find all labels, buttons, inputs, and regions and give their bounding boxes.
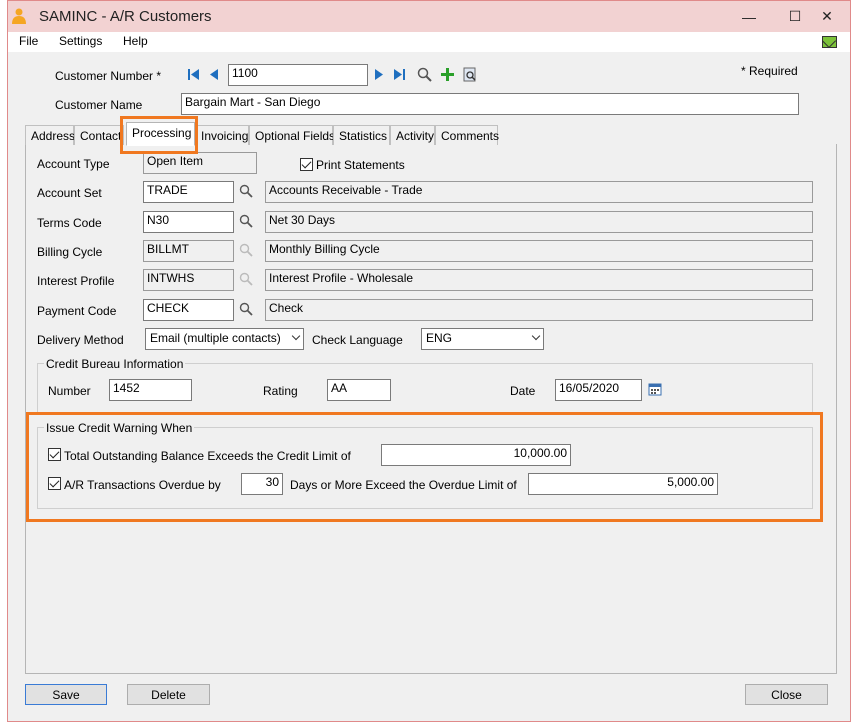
chevron-down-icon bbox=[291, 331, 301, 341]
mail-icon[interactable] bbox=[822, 36, 837, 48]
interest-profile-value: INTWHS bbox=[143, 269, 234, 291]
interest-profile-description: Interest Profile - Wholesale bbox=[265, 269, 813, 291]
next-record-icon[interactable] bbox=[374, 68, 385, 81]
print-statements-label: Print Statements bbox=[316, 158, 405, 172]
finder-icon[interactable] bbox=[417, 67, 432, 82]
terms-code-description: Net 30 Days bbox=[265, 211, 813, 233]
payment-code-description: Check bbox=[265, 299, 813, 321]
credit-bureau-title: Credit Bureau Information bbox=[44, 357, 186, 371]
account-set-finder-icon[interactable] bbox=[239, 184, 253, 198]
rating-label: Rating bbox=[263, 384, 298, 398]
tab-activity[interactable]: Activity bbox=[390, 125, 435, 145]
customer-number-label: Customer Number * bbox=[55, 69, 162, 83]
tab-comments[interactable]: Comments bbox=[435, 125, 499, 145]
interest-profile-label: Interest Profile bbox=[37, 274, 115, 288]
account-type-value: Open Item bbox=[143, 152, 257, 174]
customer-name-input[interactable]: Bargain Mart - San Diego bbox=[181, 93, 799, 115]
tab-statistics[interactable]: Statistics bbox=[333, 125, 390, 145]
user-app-icon bbox=[12, 8, 26, 24]
rating-input[interactable]: AA bbox=[327, 379, 391, 401]
check-language-label: Check Language bbox=[312, 333, 403, 347]
menu-help[interactable]: Help bbox=[123, 34, 148, 48]
date-label: Date bbox=[510, 384, 536, 398]
window-title: SAMINC - A/R Customers bbox=[39, 8, 212, 25]
ar-customers-window: SAMINC - A/R Customers — ☐ ✕ File Settin… bbox=[7, 0, 851, 722]
delivery-method-label: Delivery Method bbox=[37, 333, 124, 347]
close-window-button[interactable]: ✕ bbox=[804, 1, 850, 32]
delivery-method-value: Email (multiple contacts) bbox=[150, 331, 281, 345]
tab-contact[interactable]: Contact bbox=[74, 125, 124, 145]
menu-settings[interactable]: Settings bbox=[59, 34, 102, 48]
account-type-label: Account Type bbox=[37, 157, 110, 171]
tab-invoicing[interactable]: Invoicing bbox=[195, 125, 249, 145]
check-language-value: ENG bbox=[426, 331, 453, 345]
tab-address[interactable]: Address bbox=[25, 125, 75, 145]
add-icon[interactable] bbox=[440, 67, 455, 82]
processing-tab-highlight bbox=[120, 116, 198, 154]
page: SAMINC - A/R Customers — ☐ ✕ File Settin… bbox=[0, 0, 851, 722]
print-statements-checkbox[interactable] bbox=[300, 158, 313, 171]
delete-button[interactable]: Delete bbox=[127, 684, 210, 705]
payment-code-input[interactable]: CHECK bbox=[143, 299, 234, 321]
account-set-description: Accounts Receivable - Trade bbox=[265, 181, 813, 203]
account-set-input[interactable]: TRADE bbox=[143, 181, 234, 203]
billing-cycle-value: BILLMT bbox=[143, 240, 234, 262]
calendar-icon[interactable] bbox=[648, 383, 662, 396]
interest-profile-finder-icon bbox=[239, 272, 253, 286]
payment-code-finder-icon[interactable] bbox=[239, 302, 253, 316]
required-note: * Required bbox=[741, 64, 798, 78]
terms-code-label: Terms Code bbox=[37, 216, 102, 230]
payment-code-label: Payment Code bbox=[37, 304, 117, 318]
menu-file[interactable]: File bbox=[19, 34, 38, 48]
billing-cycle-finder-icon bbox=[239, 243, 253, 257]
minimize-button[interactable]: — bbox=[726, 1, 772, 32]
previous-record-icon[interactable] bbox=[208, 68, 219, 81]
last-record-icon[interactable] bbox=[393, 68, 406, 81]
billing-cycle-description: Monthly Billing Cycle bbox=[265, 240, 813, 262]
terms-code-input[interactable]: N30 bbox=[143, 211, 234, 233]
bureau-number-label: Number bbox=[48, 384, 91, 398]
zoom-document-icon[interactable] bbox=[463, 67, 477, 82]
delivery-method-select[interactable]: Email (multiple contacts) bbox=[145, 328, 304, 350]
customer-name-label: Customer Name bbox=[55, 98, 143, 112]
credit-warning-highlight bbox=[26, 412, 823, 522]
customer-number-input[interactable]: 1100 bbox=[228, 64, 368, 86]
account-set-label: Account Set bbox=[37, 186, 102, 200]
first-record-icon[interactable] bbox=[187, 68, 200, 81]
billing-cycle-label: Billing Cycle bbox=[37, 245, 103, 259]
bureau-number-input[interactable]: 1452 bbox=[109, 379, 192, 401]
check-language-select[interactable]: ENG bbox=[421, 328, 544, 350]
title-bar[interactable]: SAMINC - A/R Customers — ☐ ✕ bbox=[8, 1, 850, 32]
date-input[interactable]: 16/05/2020 bbox=[555, 379, 642, 401]
terms-code-finder-icon[interactable] bbox=[239, 214, 253, 228]
tab-optional-fields[interactable]: Optional Fields bbox=[249, 125, 335, 145]
save-button[interactable]: Save bbox=[25, 684, 107, 705]
chevron-down-icon bbox=[531, 331, 541, 341]
close-button[interactable]: Close bbox=[745, 684, 828, 705]
